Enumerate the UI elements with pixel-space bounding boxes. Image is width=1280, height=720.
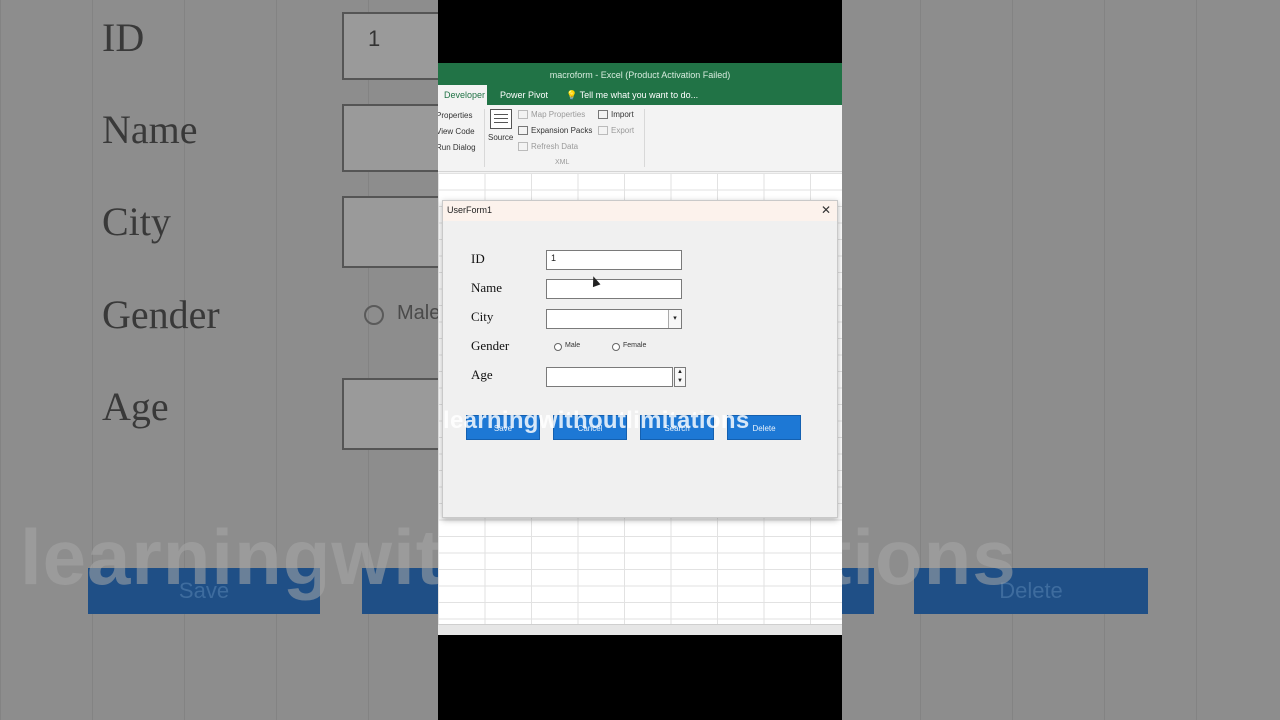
label-gender: Gender (471, 338, 510, 353)
age-textbox[interactable] (546, 367, 673, 387)
ribbon-separator (484, 109, 485, 167)
label-name: Name (471, 280, 503, 295)
lightbulb-icon: 💡 (566, 90, 578, 100)
radio-female-label[interactable]: Female (623, 342, 646, 349)
tab-power-pivot[interactable]: Power Pivot (494, 85, 554, 105)
bg-label-name: Name (102, 107, 198, 152)
bg-id-value: 1 (368, 26, 381, 51)
bg-label-gender: Gender (102, 292, 220, 337)
id-textbox[interactable]: 1 (546, 250, 682, 270)
video-frame: macroform - Excel (Product Activation Fa… (438, 0, 842, 720)
name-textbox[interactable] (546, 279, 682, 299)
ribbon-separator (644, 109, 645, 167)
source-icon[interactable] (490, 109, 512, 129)
import-button[interactable]: Import (598, 110, 634, 120)
userform-dialog: UserForm1 ✕ ID 1 Name City ▾ Gender Male… (442, 200, 838, 518)
excel-window: macroform - Excel (Product Activation Fa… (438, 63, 842, 635)
export-label: Export (611, 126, 635, 135)
map-properties-label: Map Properties (531, 110, 586, 119)
bg-label-city: City (102, 199, 171, 244)
label-id: ID (471, 251, 485, 266)
close-icon[interactable]: ✕ (821, 203, 831, 217)
refresh-data-button[interactable]: Refresh Data (518, 142, 579, 152)
map-properties-icon (518, 110, 528, 120)
bg-radio-male: Male (397, 302, 441, 324)
view-code-button[interactable]: View Code (438, 127, 475, 136)
watermark-text: learningwithoutlimitations (443, 407, 750, 434)
radio-male-icon[interactable] (554, 343, 562, 351)
spin-up-icon[interactable]: ▲ (675, 368, 685, 377)
status-bar (438, 624, 842, 635)
expansion-packs-label: Expansion Packs (531, 126, 593, 135)
run-dialog-button[interactable]: Run Dialog (438, 143, 476, 152)
map-properties-button[interactable]: Map Properties (518, 110, 586, 120)
tell-me-text: Tell me what you want to do... (579, 90, 699, 100)
tab-developer[interactable]: Developer (438, 85, 487, 105)
bg-radio-icon (364, 305, 384, 325)
label-city: City (471, 309, 494, 324)
refresh-data-icon (518, 142, 528, 152)
import-icon (598, 110, 608, 120)
radio-male-label[interactable]: Male (565, 342, 580, 349)
refresh-data-label: Refresh Data (531, 142, 579, 151)
label-age: Age (471, 367, 493, 382)
xml-group-label: XML (555, 159, 570, 166)
bg-label-age: Age (102, 384, 169, 429)
ribbon-tabs: Developer Power Pivot 💡 Tell me what you… (438, 85, 842, 105)
developer-ribbon: Properties View Code Run Dialog Source M… (438, 105, 842, 172)
expansion-packs-icon (518, 126, 528, 136)
dialog-titlebar: UserForm1 ✕ (443, 201, 837, 221)
properties-button[interactable]: Properties (438, 111, 472, 120)
source-button[interactable]: Source (488, 133, 513, 142)
import-label: Import (611, 110, 634, 119)
spin-down-icon[interactable]: ▼ (675, 377, 685, 386)
export-icon (598, 126, 608, 136)
window-title: macroform - Excel (Product Activation Fa… (438, 63, 842, 85)
radio-female-icon[interactable] (612, 343, 620, 351)
expansion-packs-button[interactable]: Expansion Packs (518, 126, 593, 136)
chevron-down-icon[interactable]: ▾ (668, 310, 681, 328)
age-spinbutton[interactable]: ▲ ▼ (674, 367, 686, 387)
dialog-title: UserForm1 (447, 205, 493, 215)
bg-label-id: ID (102, 15, 145, 60)
city-combobox[interactable]: ▾ (546, 309, 682, 329)
tell-me-box[interactable]: 💡 Tell me what you want to do... (560, 85, 704, 105)
export-button[interactable]: Export (598, 126, 635, 136)
